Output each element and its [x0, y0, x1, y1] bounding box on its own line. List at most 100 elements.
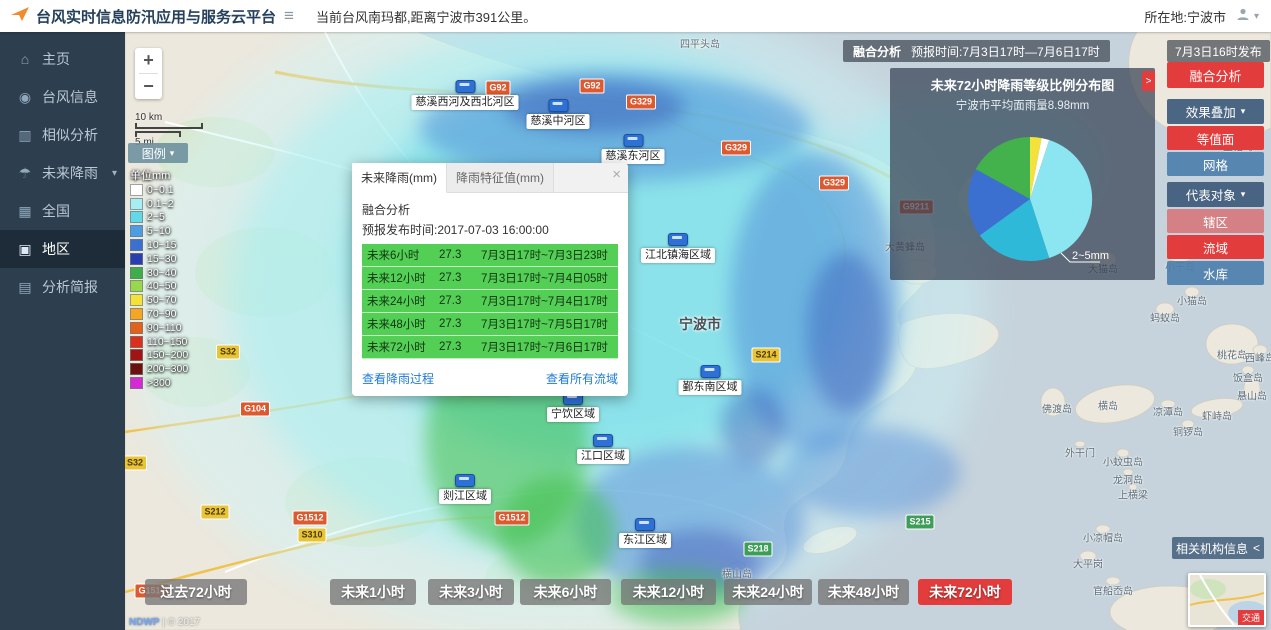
institution-info-button[interactable]: 相关机构信息 <	[1172, 537, 1264, 559]
station-marker[interactable]: 江北镇海区域	[641, 233, 715, 263]
app-title: 台风实时信息防汛应用与服务云平台	[36, 6, 276, 27]
forecast-value: 27.3	[439, 249, 481, 261]
legend-item: 50~70	[130, 293, 188, 307]
legend-toggle[interactable]: 图例 ▾	[128, 143, 188, 163]
popup-tab-0[interactable]: 未来降雨(mm)	[352, 163, 447, 193]
legend-item: >300	[130, 376, 188, 390]
legend-swatch	[130, 377, 143, 389]
zoom-out-button[interactable]: −	[135, 74, 162, 99]
time-button[interactable]: 未来48小时	[818, 579, 909, 605]
app-root: 台风实时信息防汛应用与服务云平台 ≡ 当前台风南玛都,距离宁波市391公里。 所…	[0, 0, 1271, 630]
station-marker[interactable]: 剡江区域	[439, 474, 491, 504]
station-marker[interactable]: 慈溪东河区	[602, 134, 665, 164]
water-station-icon	[623, 134, 643, 147]
station-marker[interactable]: 慈溪西河及西北河区	[412, 80, 519, 110]
legend-item: 10~15	[130, 238, 188, 252]
pie-callout-label: 2~5mm	[1072, 250, 1109, 262]
station-marker[interactable]: 东江区域	[619, 518, 671, 548]
sidebar-item-national[interactable]: ▦ 全国	[0, 192, 125, 230]
legend-item: 2~5	[130, 211, 188, 225]
legend-range-label: 30~40	[147, 267, 177, 279]
user-icon[interactable]	[1236, 7, 1250, 26]
forecast-period: 未来6小时	[367, 247, 439, 263]
legend-range-label: 15~30	[147, 253, 177, 265]
forecast-value: 27.3	[439, 341, 481, 353]
popup-source-label: 融合分析	[362, 201, 618, 218]
location-label[interactable]: 所在地:宁波市	[1144, 7, 1226, 26]
chevron-down-icon: ▾	[112, 168, 117, 179]
sidebar-item-similar-analysis[interactable]: ▥相似分析	[0, 116, 125, 154]
time-button[interactable]: 未来12小时	[621, 579, 716, 605]
time-button[interactable]: 未来72小时	[918, 579, 1012, 605]
layer-button[interactable]: 水库	[1167, 261, 1264, 285]
sidebar-item-analysis-brief[interactable]: ▤分析简报	[0, 268, 125, 306]
forecast-strip: 融合分析 预报时间:7月3日17时—7月6日17时	[843, 40, 1110, 62]
chevron-down-icon: ▾	[170, 148, 175, 159]
panel-collapse-button[interactable]: >	[1142, 71, 1155, 91]
legend-swatch	[130, 211, 143, 223]
map-viewport[interactable]: 四平头岛里锚岛金塘岛大黄蜂岛大猫岛小干岛小猫岛蚂蚁岛桃花岛西峰岛饭盒岛悬山岛佛渡…	[125, 32, 1271, 630]
basin-label: 剡江区域	[439, 489, 491, 504]
report-icon: ▤	[16, 279, 34, 296]
chevron-down-icon: ▾	[1241, 189, 1246, 200]
scale-km-line	[135, 123, 203, 129]
layer-control-column: 融合分析效果叠加 ▾ 等值面网格代表对象 ▾ 辖区流域水库	[1167, 62, 1264, 285]
sidebar-item-label: 全国	[42, 201, 70, 221]
sidebar-item-typhoon-info[interactable]: ◉台风信息	[0, 78, 125, 116]
pie-panel-subtitle: 宁波市平均面雨量8.98mm	[890, 97, 1155, 113]
time-button[interactable]: 未来3小时	[428, 579, 514, 605]
forecast-source-label: 融合分析	[853, 43, 901, 60]
forecast-range: 7月3日17时~7月4日17时	[481, 293, 613, 309]
time-button[interactable]: 过去72小时	[145, 579, 247, 605]
sidebar-item-region[interactable]: ▣地区	[0, 230, 125, 268]
layer-group-label: 代表对象	[1186, 185, 1236, 204]
layer-button[interactable]: 辖区	[1167, 209, 1264, 233]
popup-link-1[interactable]: 查看所有流域	[546, 370, 618, 387]
rain-forecast-row: 未来72小时27.37月3日17时~7月6日17时	[362, 336, 618, 359]
forecast-range: 7月3日17时~7月4日05时	[481, 270, 613, 286]
popup-link-0[interactable]: 查看降雨过程	[362, 370, 434, 387]
basin-label: 江口区域	[577, 449, 629, 464]
forecast-period: 未来48小时	[367, 316, 439, 332]
layer-group-header-1[interactable]: 代表对象 ▾	[1167, 182, 1264, 207]
region-map-icon: ▣	[16, 241, 34, 258]
copyright-brand: NDWP	[129, 617, 160, 628]
legend-swatch	[130, 336, 143, 348]
sidebar-item-home[interactable]: ⌂主页	[0, 40, 125, 78]
time-button[interactable]: 未来1小时	[330, 579, 416, 605]
close-icon[interactable]: ×	[612, 167, 621, 182]
legend-swatch	[130, 294, 143, 306]
station-marker[interactable]: 慈溪中河区	[527, 99, 590, 129]
station-marker[interactable]: 鄞东南区域	[679, 365, 742, 395]
station-marker[interactable]: 江口区域	[577, 434, 629, 464]
legend-range-label: 110~150	[147, 336, 187, 348]
forecast-table: 未来6小时27.37月3日17时~7月3日23时未来12小时27.37月3日17…	[362, 244, 618, 359]
sidebar-item-label: 主页	[42, 49, 70, 69]
layer-button[interactable]: 流域	[1167, 235, 1264, 259]
nation-map-icon: ▦	[16, 203, 34, 220]
layer-button[interactable]: 网格	[1167, 152, 1264, 176]
legend-item: 110~150	[130, 335, 188, 349]
layer-group-header-0[interactable]: 效果叠加 ▾	[1167, 99, 1264, 124]
layer-group-label: 效果叠加	[1186, 102, 1236, 121]
typhoon-icon: ◉	[16, 89, 34, 106]
sidebar-item-future-rain[interactable]: ☂未来降雨▾	[0, 154, 125, 192]
time-button[interactable]: 未来6小时	[520, 579, 611, 605]
time-button[interactable]: 未来24小时	[724, 579, 812, 605]
legend-item: 30~40	[130, 266, 188, 280]
menu-icon[interactable]: ≡	[284, 6, 294, 26]
forecast-publish-chip: 7月3日16时发布	[1167, 40, 1270, 62]
chevron-down-icon[interactable]: ▾	[1254, 11, 1259, 22]
station-marker[interactable]: 宁饮区域	[547, 392, 599, 422]
legend-range-label: 90~110	[147, 322, 182, 334]
legend-swatch	[130, 253, 143, 265]
forecast-period: 未来72小时	[367, 339, 439, 355]
layer-button[interactable]: 等值面	[1167, 126, 1264, 150]
legend-swatch	[130, 308, 143, 320]
legend-item: 0.1~2	[130, 197, 188, 211]
fusion-analysis-button[interactable]: 融合分析	[1167, 62, 1264, 88]
legend-unit-label: 单位mm	[130, 167, 170, 183]
popup-tab-1[interactable]: 降雨特征值(mm)	[447, 163, 554, 192]
chevron-down-icon: ▾	[1241, 106, 1246, 117]
zoom-in-button[interactable]: +	[135, 48, 162, 73]
